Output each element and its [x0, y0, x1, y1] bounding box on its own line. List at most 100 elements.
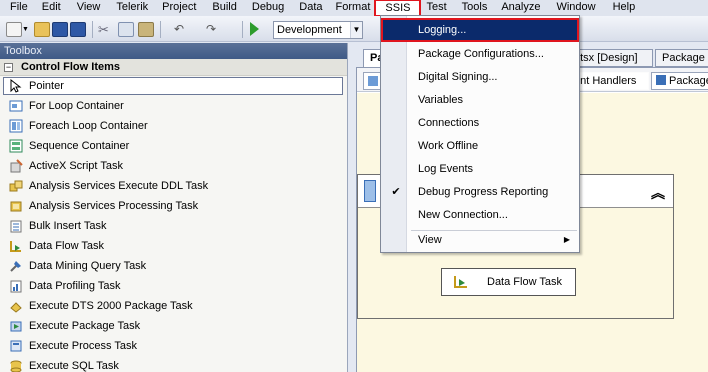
control-flow-items-header[interactable]: − Control Flow Items	[0, 59, 347, 76]
tab-event-handlers[interactable]: ent Handlers	[569, 72, 649, 90]
new-project-icon[interactable]	[6, 22, 22, 37]
chevron-down-icon[interactable]: ▼	[350, 22, 362, 38]
start-debugging-icon[interactable]	[250, 22, 259, 36]
toolbox-item-label: Execute Process Task	[29, 340, 138, 352]
toolbox-item-label: Execute Package Task	[29, 320, 141, 332]
menu-item-variables[interactable]: Variables	[382, 89, 578, 111]
toolbox-item-label: Data Profiling Task	[29, 280, 121, 292]
menu-bar: File Edit View Telerik Project Build Deb…	[0, 0, 708, 17]
menu-item-log-events[interactable]: Log Events	[382, 158, 578, 180]
menu-item-logging[interactable]: Logging...	[381, 18, 579, 42]
menu-item-new-connection[interactable]: New Connection...	[382, 204, 578, 226]
open-icon[interactable]	[34, 22, 50, 37]
collapse-icon[interactable]: −	[4, 62, 13, 72]
processing-icon	[8, 199, 23, 214]
toolbox-item-foreach-loop-container[interactable]: Foreach Loop Container	[0, 116, 347, 136]
solution-configuration-select[interactable]: Development ▼	[273, 21, 363, 39]
toolbox-item-execute-sql-task[interactable]: Execute SQL Task	[0, 356, 347, 372]
redo-icon[interactable]: ↷	[206, 22, 222, 37]
menu-item-work-offline[interactable]: Work Offline	[382, 135, 578, 157]
package-icon	[8, 319, 23, 334]
activex-icon	[8, 159, 23, 174]
menu-build[interactable]: Build	[201, 0, 241, 16]
paste-icon[interactable]	[138, 22, 154, 37]
menu-ssis[interactable]: SSIS	[374, 0, 422, 17]
toolbox-item-execute-dts-2000-package-task[interactable]: Execute DTS 2000 Package Task	[0, 296, 347, 316]
toolbar: ▼ ✂ ↶ ↷ Development ▼	[0, 16, 708, 42]
toolbox-item-label: Execute SQL Task	[29, 360, 119, 372]
menu-test[interactable]: Test	[420, 0, 451, 16]
toolbox-item-label: Analysis Services Execute DDL Task	[29, 180, 209, 192]
menu-window[interactable]: Window	[545, 0, 600, 16]
checkmark-icon: ✔	[391, 186, 401, 198]
toolbox-panel: Toolbox − Control Flow Items Pointer For…	[0, 43, 348, 372]
toolbox-item-sequence-container[interactable]: Sequence Container	[0, 136, 347, 156]
dropdown-arrow-icon[interactable]: ▼	[22, 22, 30, 37]
toolbox-item-pointer[interactable]: Pointer	[3, 77, 343, 95]
toolbox-item-execute-process-task[interactable]: Execute Process Task	[0, 336, 347, 356]
menu-edit[interactable]: Edit	[33, 0, 66, 16]
menu-project[interactable]: Project	[153, 0, 201, 16]
menu-item-digital-signing[interactable]: Digital Signing...	[382, 66, 578, 88]
toolbar-separator	[92, 21, 93, 38]
tab-package-explorer[interactable]: Package	[651, 72, 708, 90]
for-loop-icon	[8, 99, 23, 114]
menu-item-connections[interactable]: Connections	[382, 112, 578, 134]
data-flow-task-label: Data Flow Task	[487, 276, 562, 288]
save-all-icon[interactable]	[70, 22, 86, 37]
toolbox-item-label: ActiveX Script Task	[29, 160, 123, 172]
undo-icon[interactable]: ↶	[174, 22, 190, 37]
menu-format[interactable]: Format	[328, 0, 376, 16]
menu-analyze[interactable]: Analyze	[492, 0, 545, 16]
data-mining-icon	[8, 259, 23, 274]
ddl-icon	[8, 179, 23, 194]
container-icon	[364, 180, 376, 202]
menu-data[interactable]: Data	[289, 0, 327, 16]
save-icon[interactable]	[52, 22, 68, 37]
toolbox-item-analysis-services-processing-task[interactable]: Analysis Services Processing Task	[0, 196, 347, 216]
menu-item-view[interactable]: View ▶	[382, 229, 578, 251]
toolbox-item-label: Data Mining Query Task	[29, 260, 147, 272]
toolbar-separator	[242, 21, 243, 38]
profiling-icon	[8, 279, 23, 294]
toolbox-item-label: Pointer	[29, 80, 64, 92]
menu-item-package-configurations[interactable]: Package Configurations...	[382, 43, 578, 65]
toolbox-item-label: Bulk Insert Task	[29, 220, 107, 232]
menu-debug[interactable]: Debug	[242, 0, 289, 16]
submenu-arrow-icon: ▶	[563, 235, 570, 244]
collapse-chevron-icon[interactable]: ︽	[651, 183, 665, 203]
menu-tools[interactable]: Tools	[452, 0, 493, 16]
toolbox-item-label: For Loop Container	[29, 100, 124, 112]
toolbox-item-data-profiling-task[interactable]: Data Profiling Task	[0, 276, 347, 296]
toolbox-item-label: Data Flow Task	[29, 240, 104, 252]
solution-configuration-value: Development	[277, 24, 342, 36]
toolbox-item-label: Sequence Container	[29, 140, 130, 152]
toolbox-item-data-mining-query-task[interactable]: Data Mining Query Task	[0, 256, 347, 276]
sequence-icon	[8, 139, 23, 154]
toolbox-item-label: Foreach Loop Container	[29, 120, 148, 132]
toolbox-item-label: Execute DTS 2000 Package Task	[29, 300, 193, 312]
toolbox-item-data-flow-task[interactable]: Data Flow Task	[0, 236, 347, 256]
toolbox-item-activex-script-task[interactable]: ActiveX Script Task	[0, 156, 347, 176]
toolbox-item-execute-package-task[interactable]: Execute Package Task	[0, 316, 347, 336]
document-tab-package-2[interactable]: Package	[655, 49, 708, 67]
data-flow-task-icon	[454, 276, 467, 288]
pointer-icon	[8, 79, 23, 94]
cut-icon[interactable]: ✂	[98, 22, 114, 37]
toolbox-item-label: Analysis Services Processing Task	[29, 200, 199, 212]
toolbox-item-analysis-services-execute-ddl-task[interactable]: Analysis Services Execute DDL Task	[0, 176, 347, 196]
data-flow-icon	[8, 239, 23, 254]
menu-help[interactable]: Help	[601, 0, 641, 16]
copy-icon[interactable]	[118, 22, 134, 37]
bulk-insert-icon	[8, 219, 23, 234]
toolbox-item-bulk-insert-task[interactable]: Bulk Insert Task	[0, 216, 347, 236]
data-flow-task-shape[interactable]: Data Flow Task	[441, 268, 576, 296]
menu-file[interactable]: File	[0, 0, 33, 16]
menu-telerik[interactable]: Telerik	[105, 0, 153, 16]
menu-view[interactable]: View	[66, 0, 106, 16]
control-flow-icon	[368, 76, 378, 86]
toolbox-item-for-loop-container[interactable]: For Loop Container	[0, 96, 347, 116]
menu-item-debug-progress-reporting[interactable]: ✔ Debug Progress Reporting	[382, 181, 578, 203]
dts-icon	[8, 299, 23, 314]
toolbar-separator	[160, 21, 161, 38]
